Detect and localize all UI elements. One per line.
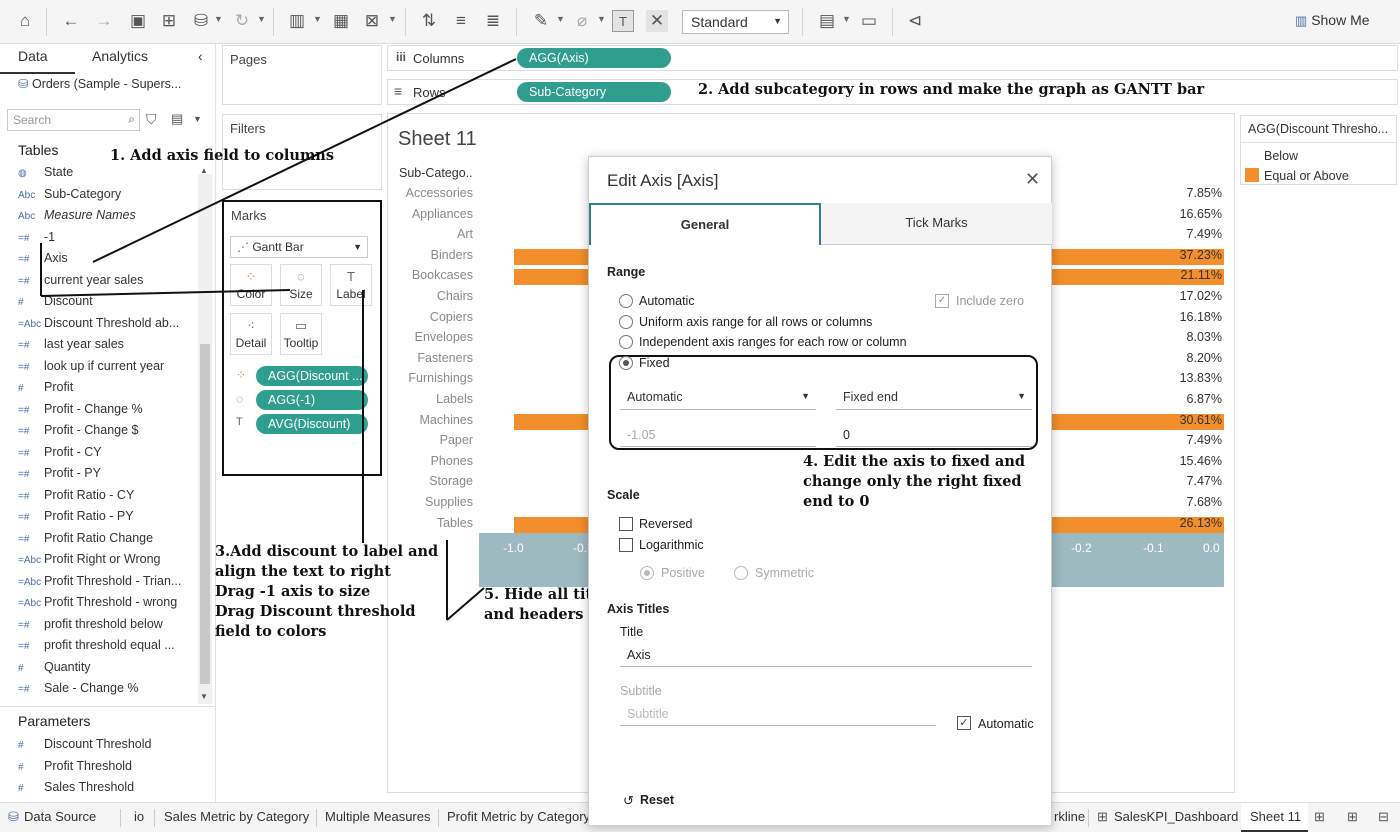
underline	[836, 446, 1032, 447]
chevron-down-icon: ▼	[1017, 391, 1026, 401]
annotation-3-line: Drag -1 axis to size	[215, 583, 371, 600]
end-range-value: Fixed end	[843, 390, 898, 404]
underline	[836, 409, 1032, 410]
end-range-select[interactable]: Fixed end ▼	[836, 385, 1032, 409]
range-automatic-radio[interactable]	[619, 294, 633, 308]
reset-button[interactable]: Reset	[640, 793, 674, 807]
automatic-checkbox[interactable]: ✓	[957, 716, 971, 730]
annotation-3-line: Drag Discount threshold	[215, 603, 416, 620]
close-icon[interactable]: ✕	[1025, 169, 1040, 190]
chevron-down-icon: ▼	[801, 391, 810, 401]
subtitle-input[interactable]: Subtitle	[627, 707, 669, 721]
include-zero-label: Include zero	[956, 294, 1025, 308]
radio-dot	[644, 570, 650, 576]
range-uniform-label: Uniform axis range for all rows or colum…	[639, 315, 873, 329]
annotation-3-line: align the text to right	[215, 563, 391, 580]
logarithmic-checkbox[interactable]	[619, 538, 633, 552]
annotation-3-line: 3.Add discount to label and	[215, 543, 439, 560]
range-uniform-radio[interactable]	[619, 315, 633, 329]
underline	[620, 446, 816, 447]
range-independent-label: Independent axis ranges for each row or …	[639, 335, 907, 349]
annotation-4-line: change only the right fixed	[803, 473, 1022, 490]
subtitle-label: Subtitle	[620, 684, 662, 698]
underline	[620, 409, 816, 410]
include-zero-checkbox[interactable]: ✓	[935, 294, 949, 308]
annotation-4-line: end to 0	[803, 493, 870, 510]
start-range-value: Automatic	[627, 390, 683, 404]
start-value-input[interactable]: -1.05	[627, 428, 656, 442]
range-fixed-radio[interactable]	[619, 356, 633, 370]
tab-tick-marks-label: Tick Marks	[905, 215, 968, 230]
reset-icon: ↺	[623, 793, 634, 808]
radio-dot	[623, 360, 629, 366]
axis-titles-header: Axis Titles	[607, 602, 670, 616]
positive-radio[interactable]	[640, 566, 654, 580]
annotation-2: 2. Add subcategory in rows and make the …	[698, 81, 1205, 98]
annotation-4-line: 4. Edit the axis to fixed and	[803, 453, 1025, 470]
annotation-3: 3.Add discount to label and align the te…	[215, 542, 438, 642]
range-fixed-label: Fixed	[639, 356, 670, 370]
symmetric-radio[interactable]	[734, 566, 748, 580]
symmetric-label: Symmetric	[755, 566, 815, 580]
dialog-title: Edit Axis [Axis]	[607, 171, 719, 190]
range-header: Range	[607, 265, 646, 279]
range-automatic-label: Automatic	[639, 294, 695, 308]
tab-tick-marks[interactable]: Tick Marks	[821, 203, 1052, 245]
reversed-checkbox[interactable]	[619, 517, 633, 531]
annotation-line-size	[40, 289, 291, 297]
range-independent-radio[interactable]	[619, 335, 633, 349]
scale-header: Scale	[607, 488, 640, 502]
reversed-label: Reversed	[639, 517, 693, 531]
annotation-1: 1. Add axis field to columns	[110, 147, 334, 164]
title-input[interactable]: Axis	[627, 648, 651, 662]
positive-label: Positive	[661, 566, 705, 580]
annotation-line-hide-2	[446, 587, 485, 621]
title-label: Title	[620, 625, 644, 639]
annotation-4: 4. Edit the axis to fixed and change onl…	[803, 452, 1025, 512]
start-range-select[interactable]: Automatic ▼	[620, 385, 816, 409]
annotation-3-line: field to colors	[215, 623, 327, 640]
end-value-input[interactable]: 0	[843, 428, 850, 442]
logarithmic-label: Logarithmic	[639, 538, 704, 552]
automatic-label: Automatic	[978, 717, 1034, 731]
underline	[620, 666, 1032, 667]
tab-general[interactable]: General	[589, 203, 821, 245]
underline	[620, 725, 936, 726]
tab-general-label: General	[680, 217, 730, 232]
